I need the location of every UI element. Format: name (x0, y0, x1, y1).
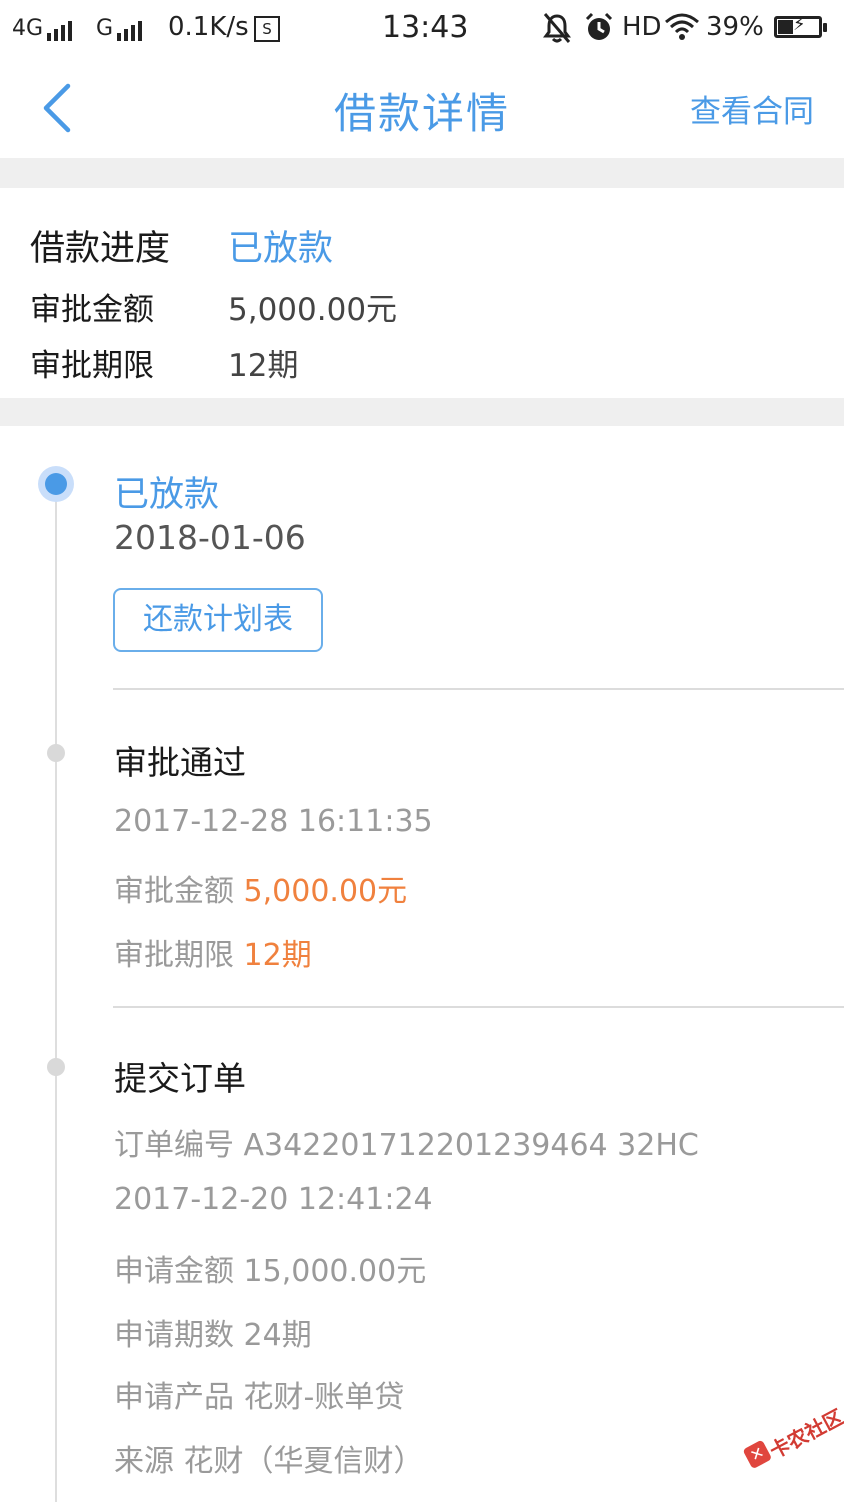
loan-timeline: 已放款 2018-01-06 还款计划表 审批通过 2017-12-28 16:… (0, 426, 844, 1502)
order-source: 来源 花财（华夏信财） (114, 1444, 424, 1479)
signal-icon (117, 16, 145, 41)
wifi-icon (664, 10, 700, 49)
order-time: 2017-12-20 12:41:24 (114, 1182, 433, 1217)
progress-label: 借款进度 (30, 229, 171, 269)
divider (113, 1006, 844, 1008)
step-disbursed-title: 已放款 (114, 475, 220, 515)
divider (113, 688, 844, 690)
battery-icon: ⚡ (774, 14, 827, 38)
step-approved-title: 审批通过 (114, 743, 246, 782)
apply-product: 申请产品 花财-账单贷 (114, 1380, 405, 1415)
nav-bar: 借款详情 查看合同 (0, 58, 844, 158)
step-disbursed-date: 2018-01-06 (114, 518, 306, 557)
apply-term: 申请期数 24期 (114, 1318, 312, 1353)
mute-bell-icon (542, 12, 572, 51)
step-approved-amount: 审批金额 5,000.00元 (114, 874, 408, 909)
progress-value: 已放款 (228, 229, 334, 269)
network-g-label: G (96, 16, 145, 41)
clock: 13:43 (382, 10, 469, 45)
amount-label: 审批金额 (30, 292, 154, 328)
status-bar: 4G G 0.1K/s S 13:43 HD 39% ⚡ (0, 0, 844, 58)
amount-value: 5,000.00元 (228, 292, 398, 328)
approved-term-value: 12期 (243, 938, 312, 973)
summary-term-row: 审批期限 12期 (30, 340, 298, 385)
timeline-dot (47, 1058, 65, 1076)
apply-amount: 申请金额 15,000.00元 (114, 1254, 427, 1289)
network-speed: 0.1K/s (168, 12, 249, 42)
network-4g-label: 4G (12, 16, 75, 41)
approved-amount-value: 5,000.00元 (243, 874, 408, 909)
battery-percent: 39% (706, 12, 764, 42)
timeline-dot (47, 744, 65, 762)
s-app-icon: S (254, 16, 280, 42)
alarm-icon (584, 12, 614, 51)
step-order-title: 提交订单 (114, 1059, 246, 1098)
loan-summary: 借款进度 已放款 审批金额 5,000.00元 审批期限 12期 (0, 188, 844, 398)
timeline-dot-active (38, 466, 74, 502)
hd-label: HD (622, 12, 662, 42)
repayment-plan-button[interactable]: 还款计划表 (113, 588, 323, 652)
order-number: 订单编号 A342201712201239464 32HC (114, 1128, 699, 1163)
timeline-line (55, 482, 57, 1502)
signal-icon (47, 16, 75, 41)
step-approved-time: 2017-12-28 16:11:35 (114, 804, 433, 839)
term-value: 12期 (228, 348, 299, 384)
term-label: 审批期限 (30, 348, 154, 384)
summary-progress-row: 借款进度 已放款 (30, 220, 333, 271)
section-gap (0, 398, 844, 426)
summary-amount-row: 审批金额 5,000.00元 (30, 284, 397, 329)
step-approved-term: 审批期限 12期 (114, 938, 312, 973)
section-gap (0, 158, 844, 188)
view-contract-link[interactable]: 查看合同 (690, 86, 814, 131)
